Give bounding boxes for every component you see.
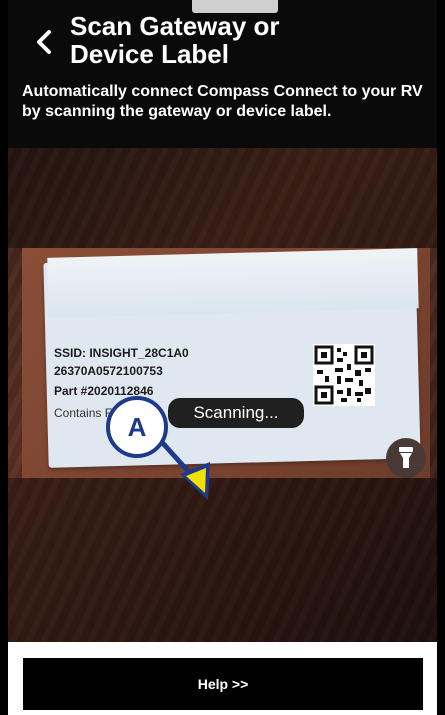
callout-a: A xyxy=(106,396,168,458)
chevron-left-icon xyxy=(37,30,51,54)
camera-view: SSID: INSIGHT_28C1A0 26370A0572100753 Pa… xyxy=(8,148,437,642)
label-ssid: SSID: INSIGHT_28C1A0 xyxy=(54,346,189,360)
arrow-icon xyxy=(158,438,210,500)
flashlight-button[interactable] xyxy=(386,438,426,478)
header: Scan Gateway or Device Label Automatical… xyxy=(8,0,437,148)
page-title: Scan Gateway or Device Label xyxy=(70,11,280,69)
help-button[interactable]: Help >> xyxy=(23,658,423,710)
scan-overlay-top xyxy=(8,148,437,248)
device-label-top xyxy=(47,248,419,318)
page-description: Automatically connect Compass Connect to… xyxy=(22,83,423,120)
label-serial: 26370A0572100753 xyxy=(54,364,163,378)
scanning-status: Scanning... xyxy=(168,398,304,428)
qr-code-icon xyxy=(313,344,375,406)
back-button[interactable] xyxy=(26,22,62,62)
flashlight-icon xyxy=(399,447,413,468)
